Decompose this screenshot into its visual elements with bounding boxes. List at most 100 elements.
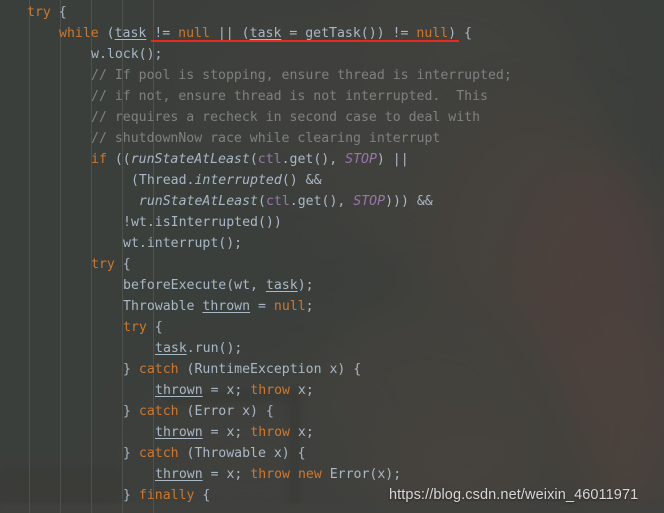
code-token: try <box>123 320 147 335</box>
code-token: throw <box>250 467 290 482</box>
code-line: // shutdownNow race while clearing inter… <box>91 128 440 149</box>
code-token: catch <box>138 404 179 419</box>
code-token: !wt.isInterrupted()) <box>123 215 282 230</box>
code-token: Throwable <box>123 299 203 314</box>
code-token: } <box>123 446 139 461</box>
code-token: = getTask()) != <box>281 26 417 41</box>
code-token: null <box>178 26 210 41</box>
code-line: task.run(); <box>155 338 242 359</box>
code-line: w.lock(); <box>91 44 162 65</box>
code-token: .get(), <box>281 152 346 167</box>
code-line: // If pool is stopping, ensure thread is… <box>91 65 512 86</box>
code-token: .get(), <box>289 194 354 209</box>
code-token: finally <box>138 488 195 503</box>
code-line: thrown = x; throw x; <box>155 422 314 443</box>
code-token: x; <box>289 383 314 398</box>
code-token: ctl <box>257 152 282 167</box>
code-line: } catch (RuntimeException x) { <box>123 359 361 380</box>
code-token: try <box>91 257 115 272</box>
code-line: try { <box>27 2 67 23</box>
code-token: // requires a recheck in second case to … <box>91 110 481 125</box>
code-token: = <box>250 299 274 314</box>
code-token: ; <box>305 299 314 314</box>
code-token: STOP <box>345 152 377 167</box>
code-token: task <box>114 26 147 41</box>
code-line: beforeExecute(wt, task); <box>123 275 314 296</box>
code-token: throw <box>250 383 290 398</box>
code-line: } catch (Throwable x) { <box>123 443 306 464</box>
code-token: runStateAtLeast <box>130 152 250 167</box>
code-token: } <box>123 488 139 503</box>
code-token: = x; <box>202 425 251 440</box>
code-token: task <box>249 26 282 41</box>
code-token: || ( <box>209 26 250 41</box>
code-token: null <box>273 299 306 314</box>
code-line: } catch (Error x) { <box>123 401 274 422</box>
code-token: catch <box>138 362 179 377</box>
code-line: try { <box>123 317 163 338</box>
code-text-area[interactable]: try {while (task != null || (task = getT… <box>0 0 664 513</box>
code-token: beforeExecute(wt, <box>123 278 266 293</box>
code-token: // shutdownNow race while clearing inter… <box>91 131 441 146</box>
code-token: // If pool is stopping, ensure thread is… <box>91 68 512 83</box>
code-token: ) { <box>448 26 472 41</box>
code-token: ( <box>257 194 266 209</box>
code-token: { <box>194 488 211 503</box>
code-token: runStateAtLeast <box>138 194 258 209</box>
code-token: try <box>27 5 51 20</box>
code-token: // if not, ensure thread is not interrup… <box>91 89 488 104</box>
code-token: } <box>123 362 139 377</box>
code-token: ctl <box>265 194 290 209</box>
code-line: thrown = x; throw new Error(x); <box>155 464 401 485</box>
code-token: ( <box>249 152 258 167</box>
code-token: ) || <box>376 152 409 167</box>
code-token: ( <box>98 26 115 41</box>
code-token: thrown <box>155 425 203 440</box>
code-token: x; <box>289 425 314 440</box>
code-token: (Error x) { <box>178 404 274 419</box>
code-line: } finally { <box>123 485 210 506</box>
code-line: runStateAtLeast(ctl.get(), STOP))) && <box>123 191 433 212</box>
code-token: if <box>91 152 107 167</box>
code-line: Throwable thrown = null; <box>123 296 314 317</box>
code-token: () && <box>281 173 322 188</box>
code-line: (Thread.interrupted() && <box>123 170 322 191</box>
code-editor-screenshot: try {while (task != null || (task = getT… <box>0 0 664 513</box>
code-line: try { <box>91 254 131 275</box>
code-token: { <box>50 5 67 20</box>
code-token: = x; <box>202 467 251 482</box>
code-token: STOP <box>353 194 386 209</box>
code-token: (( <box>106 152 131 167</box>
code-token: ); <box>297 278 314 293</box>
code-line: wt.interrupt(); <box>123 233 242 254</box>
code-token: != <box>154 26 171 41</box>
code-token: (Thread. <box>123 173 195 188</box>
code-token: (Throwable x) { <box>178 446 306 461</box>
code-token: wt.interrupt(); <box>123 236 243 251</box>
code-token: new <box>297 467 322 482</box>
code-token: { <box>146 320 163 335</box>
code-line: !wt.isInterrupted()) <box>123 212 282 233</box>
code-token: .run(); <box>186 341 243 356</box>
code-token: interrupted <box>194 173 282 188</box>
code-token: while <box>59 26 99 41</box>
code-token: } <box>123 404 139 419</box>
code-token: task <box>155 341 187 356</box>
code-token: thrown <box>155 383 203 398</box>
code-token: w.lock(); <box>91 47 163 62</box>
code-token: ))) && <box>385 194 433 209</box>
code-token: = x; <box>202 383 251 398</box>
code-token: thrown <box>155 467 203 482</box>
error-underline <box>151 40 459 42</box>
code-token: (RuntimeException x) { <box>178 362 362 377</box>
code-token: thrown <box>202 299 251 314</box>
code-line: thrown = x; throw x; <box>155 380 314 401</box>
code-token: Error(x); <box>321 467 402 482</box>
code-line: if ((runStateAtLeast(ctl.get(), STOP) || <box>91 149 409 170</box>
code-token: throw <box>250 425 290 440</box>
code-token: null <box>416 26 449 41</box>
code-token: task <box>265 278 298 293</box>
code-line: // requires a recheck in second case to … <box>91 107 480 128</box>
